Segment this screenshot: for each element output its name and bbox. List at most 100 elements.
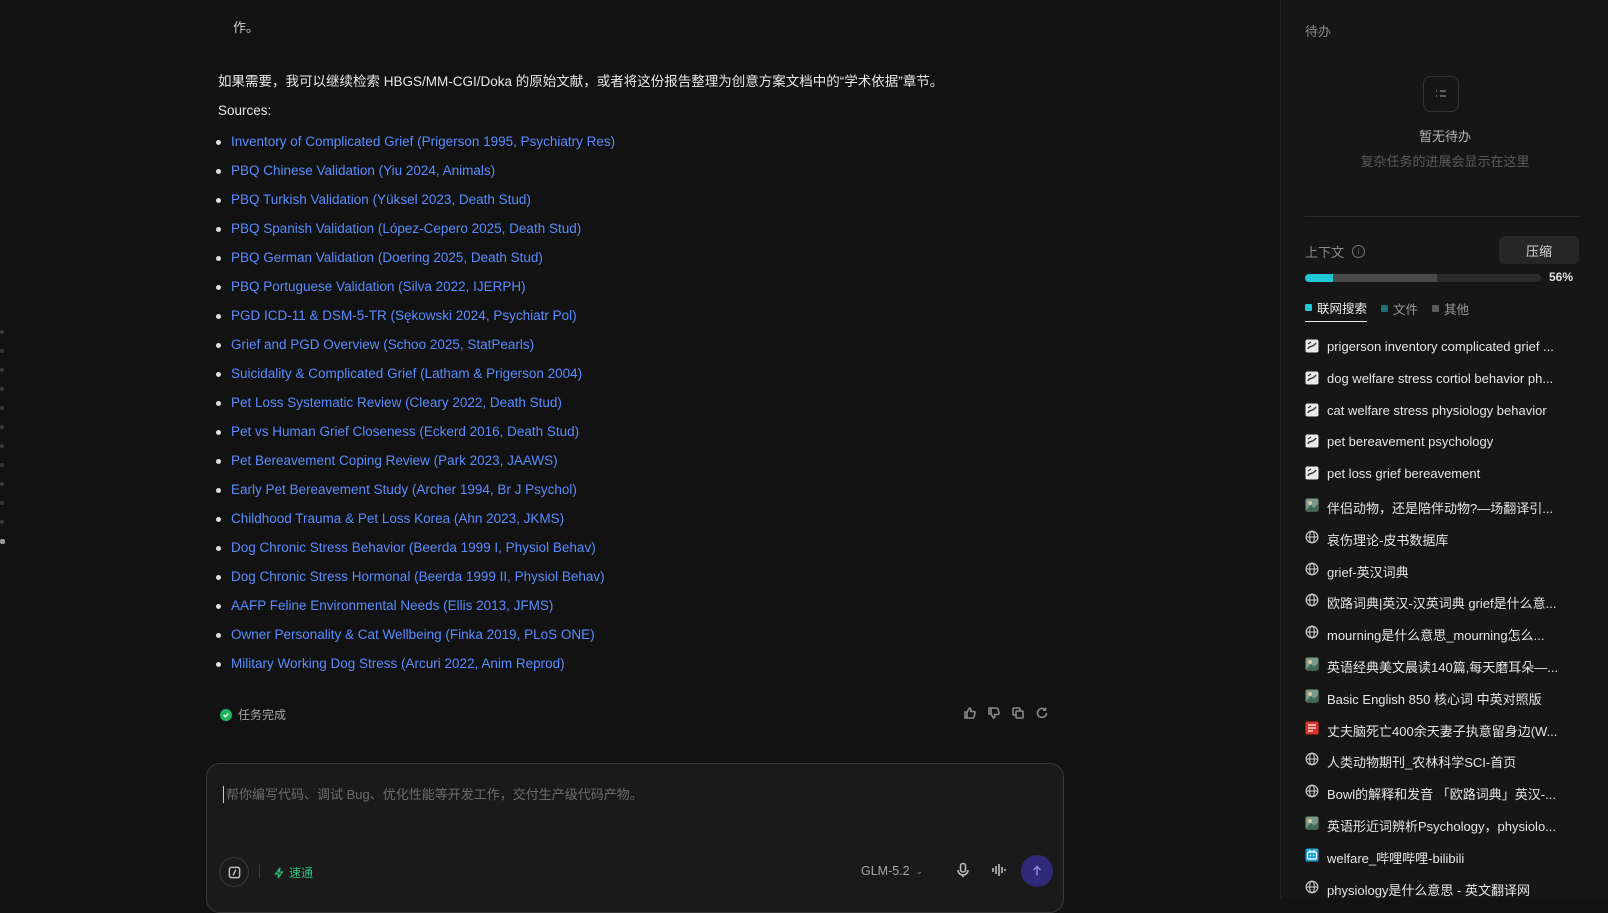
chevron-down-icon: ⌄ xyxy=(915,865,924,876)
source-item: Pet vs Human Grief Closeness (Eckerd 201… xyxy=(214,424,615,453)
source-item: PBQ Chinese Validation (Yiu 2024, Animal… xyxy=(214,163,615,192)
legend-tab-1[interactable]: 文件 xyxy=(1381,298,1418,322)
send-button[interactable] xyxy=(1021,855,1053,887)
attach-button[interactable] xyxy=(219,857,249,887)
copy-icon[interactable] xyxy=(1012,706,1024,719)
bullet-icon xyxy=(216,169,221,174)
globe-icon xyxy=(1305,562,1319,576)
bilibili-icon xyxy=(1305,848,1319,862)
reference-item[interactable]: 哀伤理论-皮书数据库 xyxy=(1305,530,1579,562)
source-link[interactable]: PBQ German Validation (Doering 2025, Dea… xyxy=(231,250,543,265)
empty-todo-title: 暂无待办 xyxy=(1418,129,1471,144)
source-link[interactable]: Pet vs Human Grief Closeness (Eckerd 201… xyxy=(231,424,579,439)
message-actions xyxy=(964,706,1048,719)
source-link[interactable]: AAFP Feline Environmental Needs (Ellis 2… xyxy=(231,598,553,613)
bullet-icon xyxy=(216,285,221,290)
reference-title: cat welfare stress physiology behavior xyxy=(1327,402,1547,418)
reference-title: mourning是什么意思_mourning怎么... xyxy=(1327,628,1545,644)
reference-item[interactable]: 人类动物期刊_农林科学SCI-首页 xyxy=(1305,752,1579,784)
task-status: 任务完成 xyxy=(220,706,286,723)
usage-files xyxy=(1333,274,1437,282)
bullet-icon xyxy=(216,314,221,319)
globe-icon xyxy=(1305,784,1319,798)
reference-title: 英语形近词辨析Psychology，physiolo... xyxy=(1327,818,1557,834)
microphone-icon[interactable] xyxy=(955,862,971,878)
bullet-icon xyxy=(216,575,221,580)
reference-item[interactable]: cat welfare stress physiology behavior xyxy=(1305,403,1579,435)
voice-wave-icon[interactable] xyxy=(991,862,1007,878)
reference-item[interactable]: 英语形近词辨析Psychology，physiolo... xyxy=(1305,816,1579,848)
source-link[interactable]: PBQ Portuguese Validation (Silva 2022, I… xyxy=(231,279,526,294)
source-link[interactable]: Early Pet Bereavement Study (Archer 1994… xyxy=(231,482,577,497)
reference-item[interactable]: pet bereavement psychology xyxy=(1305,434,1579,466)
source-link[interactable]: Grief and PGD Overview (Schoo 2025, Stat… xyxy=(231,337,534,352)
reference-title: 英语经典美文晨读140篇,每天磨耳朵—... xyxy=(1327,659,1559,675)
sources-label: Sources: xyxy=(218,103,272,118)
reference-item[interactable]: grief-英汉词典 xyxy=(1305,562,1579,594)
source-link[interactable]: Suicidality & Complicated Grief (Latham … xyxy=(231,366,582,381)
model-name: GLM-5.2 xyxy=(861,864,910,878)
reference-item[interactable]: pet loss grief bereavement xyxy=(1305,466,1579,498)
model-selector[interactable]: GLM-5.2 ⌄ xyxy=(861,864,923,878)
source-link[interactable]: Owner Personality & Cat Wellbeing (Finka… xyxy=(231,627,595,642)
doc-icon xyxy=(1305,403,1319,417)
todo-title: 待办 xyxy=(1305,24,1332,39)
empty-todo-subtitle: 复杂任务的进展会显示在这里 xyxy=(1360,154,1530,169)
source-link[interactable]: Pet Loss Systematic Review (Cleary 2022,… xyxy=(231,395,562,410)
source-link[interactable]: Military Working Dog Stress (Arcuri 2022… xyxy=(231,656,565,671)
info-icon[interactable]: i xyxy=(1352,245,1366,258)
source-item: AAFP Feline Environmental Needs (Ellis 2… xyxy=(214,598,615,627)
speed-mode-toggle[interactable]: 速通 xyxy=(273,864,313,881)
reference-title: pet bereavement psychology xyxy=(1327,434,1494,450)
thumbs-down-icon[interactable] xyxy=(988,706,1000,719)
source-link[interactable]: PBQ Turkish Validation (Yüksel 2023, Dea… xyxy=(231,192,531,207)
reference-item[interactable]: 伴侣动物，还是陪伴动物?—场翻译引... xyxy=(1305,498,1579,530)
source-item: Pet Loss Systematic Review (Cleary 2022,… xyxy=(214,395,615,424)
source-link[interactable]: Dog Chronic Stress Behavior (Beerda 1999… xyxy=(231,540,596,555)
legend-tab-2[interactable]: 其他 xyxy=(1432,298,1469,322)
reference-item[interactable]: 欧路词典|英汉-汉英词典 grief是什么意... xyxy=(1305,593,1579,625)
news-icon xyxy=(1305,721,1319,735)
reference-item[interactable]: Basic English 850 核心词 中英对照版 xyxy=(1305,689,1579,721)
sources-list: Inventory of Complicated Grief (Prigerso… xyxy=(214,134,615,685)
legend-swatch xyxy=(1432,304,1440,312)
source-link[interactable]: Inventory of Complicated Grief (Prigerso… xyxy=(231,134,615,149)
legend-tab-0[interactable]: 联网搜索 xyxy=(1305,298,1368,322)
source-link[interactable]: PBQ Spanish Validation (López-Cepero 202… xyxy=(231,221,581,236)
reference-item[interactable]: physiology是什么意思 - 英文翻译网 xyxy=(1305,880,1579,912)
chat-area: 作。 如果需要，我可以继续检索 HBGS/MM-CGI/Doka 的原始文献，或… xyxy=(0,0,1248,913)
reference-item[interactable]: dog welfare stress cortiol behavior ph..… xyxy=(1305,371,1579,403)
reference-item[interactable]: 丈夫脑死亡400余天妻子执意留身边(W... xyxy=(1305,721,1579,753)
reference-item[interactable]: prigerson inventory complicated grief ..… xyxy=(1305,339,1579,371)
reference-title: grief-英汉词典 xyxy=(1327,564,1409,580)
reference-item[interactable]: mourning是什么意思_mourning怎么... xyxy=(1305,625,1579,657)
assistant-paragraph: 如果需要，我可以继续检索 HBGS/MM-CGI/Doka 的原始文献，或者将这… xyxy=(218,74,944,89)
source-link[interactable]: Pet Bereavement Coping Review (Park 2023… xyxy=(231,453,558,468)
reference-title: 人类动物期刊_农林科学SCI-首页 xyxy=(1327,755,1517,771)
panel-divider xyxy=(1305,216,1579,217)
reference-title: 哀伤理论-皮书数据库 xyxy=(1327,532,1449,548)
bullet-icon xyxy=(216,343,221,348)
compress-button[interactable]: 压缩 xyxy=(1499,236,1579,264)
source-link[interactable]: Childhood Trauma & Pet Loss Korea (Ahn 2… xyxy=(231,511,564,526)
source-link[interactable]: PBQ Chinese Validation (Yiu 2024, Animal… xyxy=(231,163,495,178)
source-link[interactable]: Dog Chronic Stress Hormonal (Beerda 1999… xyxy=(231,569,605,584)
doc-icon xyxy=(1305,434,1319,448)
lightning-icon xyxy=(274,866,284,879)
message-input[interactable] xyxy=(223,786,1048,803)
todo-list-icon xyxy=(1423,76,1459,112)
regenerate-icon[interactable] xyxy=(1036,706,1048,719)
reference-item[interactable]: welfare_哔哩哔哩-bilibili xyxy=(1305,848,1579,880)
source-link[interactable]: PGD ICD-11 & DSM-5-TR (Sękowski 2024, Ps… xyxy=(231,308,577,323)
thumbs-up-icon[interactable] xyxy=(964,706,976,719)
bullet-icon xyxy=(216,198,221,203)
reference-item[interactable]: Bowl的解释和发音 「欧路词典」英汉-... xyxy=(1305,784,1579,816)
doc-icon xyxy=(1305,339,1319,353)
bullet-icon xyxy=(216,372,221,377)
bullet-icon xyxy=(216,256,221,261)
bullet-icon xyxy=(216,633,221,638)
source-item: PBQ Portuguese Validation (Silva 2022, I… xyxy=(214,279,615,308)
legend-swatch xyxy=(1381,304,1389,312)
reference-title: Bowl的解释和发音 「欧路词典」英汉-... xyxy=(1327,787,1556,803)
reference-item[interactable]: 英语经典美文晨读140篇,每天磨耳朵—... xyxy=(1305,657,1579,689)
